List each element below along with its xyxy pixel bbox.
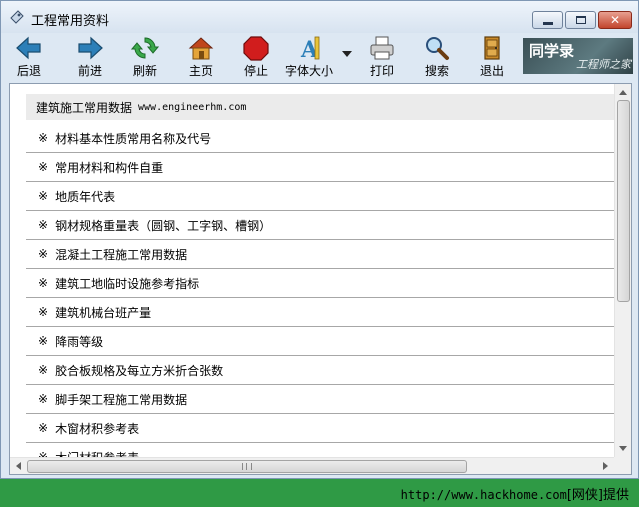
window-title: 工程常用资料 xyxy=(31,14,110,29)
section-header: 建筑施工常用数据 www.engineerhm.com xyxy=(26,94,614,120)
list-item[interactable]: ※ 钢材规格重量表（圆钢、工字钢、槽钢） xyxy=(26,211,614,240)
list-item-link[interactable]: 脚手架工程施工常用数据 xyxy=(55,391,187,408)
scroll-grip-icon xyxy=(242,463,252,470)
scroll-down-icon[interactable] xyxy=(619,446,627,451)
bullet-mark: ※ xyxy=(38,392,49,406)
home-label: 主页 xyxy=(188,64,213,78)
minimize-button[interactable] xyxy=(532,11,563,29)
search-label: 搜索 xyxy=(424,64,449,78)
bullet-mark: ※ xyxy=(38,305,49,319)
font-size-dropdown-icon[interactable] xyxy=(342,51,352,57)
list-item-link[interactable]: 建筑工地临时设施参考指标 xyxy=(55,275,199,292)
list-item[interactable]: ※ 建筑机械台班产量 xyxy=(26,298,614,327)
footer-url[interactable]: http://www.hackhome.com xyxy=(401,488,567,502)
title-bar[interactable]: 工程常用资料 ✕ xyxy=(1,1,638,33)
list-item-link[interactable]: 材料基本性质常用名称及代号 xyxy=(55,130,211,147)
list-item[interactable]: ※ 降雨等级 xyxy=(26,327,614,356)
list-item-link[interactable]: 钢材规格重量表（圆钢、工字钢、槽钢） xyxy=(55,217,271,234)
section-url[interactable]: www.engineerhm.com xyxy=(138,102,246,113)
list-item-link[interactable]: 地质年代表 xyxy=(55,188,115,205)
bullet-mark: ※ xyxy=(38,450,49,457)
stop-button[interactable]: 停止 xyxy=(242,35,270,79)
list-item-link[interactable]: 混凝土工程施工常用数据 xyxy=(55,246,187,263)
minimize-icon xyxy=(533,12,562,28)
footer-bar: http://www.hackhome.com[网侠]提供 xyxy=(0,479,639,507)
font-size-icon: A xyxy=(300,36,320,61)
content-panel: 建筑施工常用数据 www.engineerhm.com ※ 材料基本性质常用名称及… xyxy=(9,83,632,475)
bullet-mark: ※ xyxy=(38,421,49,435)
search-icon xyxy=(426,37,449,60)
footer-suffix: [网侠]提供 xyxy=(566,488,629,503)
list-item-link[interactable]: 常用材料和构件自重 xyxy=(55,159,163,176)
brand-main-text: 同学录 xyxy=(529,42,575,60)
bullet-mark: ※ xyxy=(38,218,49,232)
close-icon: ✕ xyxy=(609,13,621,27)
forward-button[interactable]: 前进 xyxy=(76,35,104,79)
brand-logo[interactable]: 同学录 工程师之家 xyxy=(523,38,633,74)
brand-sub-text: 工程师之家 xyxy=(576,58,631,71)
search-button[interactable]: 搜索 xyxy=(423,35,451,79)
section-title: 建筑施工常用数据 xyxy=(36,100,133,115)
bullet-mark: ※ xyxy=(38,160,49,174)
horizontal-scroll-thumb[interactable] xyxy=(27,460,467,473)
refresh-icon xyxy=(131,37,159,59)
back-button[interactable]: 后退 xyxy=(15,35,43,79)
print-button[interactable]: 打印 xyxy=(368,35,396,79)
exit-door-icon xyxy=(484,36,500,60)
window-controls: ✕ xyxy=(532,11,632,29)
document-area: 建筑施工常用数据 www.engineerhm.com ※ 材料基本性质常用名称及… xyxy=(10,84,614,457)
list-item-link[interactable]: 木窗材积参考表 xyxy=(55,420,139,437)
list-item-link[interactable]: 胶合板规格及每立方米折合张数 xyxy=(55,362,223,379)
maximize-button[interactable] xyxy=(565,11,596,29)
forward-label: 前进 xyxy=(77,64,102,78)
footer-credit: http://www.hackhome.com[网侠]提供 xyxy=(401,484,629,503)
scroll-right-icon[interactable] xyxy=(603,462,608,470)
exit-button[interactable]: 退出 xyxy=(478,35,506,79)
bullet-mark: ※ xyxy=(38,363,49,377)
list-item[interactable]: ※ 材料基本性质常用名称及代号 xyxy=(26,124,614,153)
forward-arrow-icon xyxy=(78,36,103,60)
maximize-icon xyxy=(566,12,595,28)
list-item[interactable]: ※ 木门材积参考表 xyxy=(26,443,614,457)
list-item[interactable]: ※ 地质年代表 xyxy=(26,182,614,211)
app-icon xyxy=(10,10,24,24)
list-item[interactable]: ※ 混凝土工程施工常用数据 xyxy=(26,240,614,269)
list-item[interactable]: ※ 建筑工地临时设施参考指标 xyxy=(26,269,614,298)
exit-label: 退出 xyxy=(479,64,504,78)
list-item-link[interactable]: 木门材积参考表 xyxy=(55,449,139,458)
list-item[interactable]: ※ 木窗材积参考表 xyxy=(26,414,614,443)
scroll-up-icon[interactable] xyxy=(619,90,627,95)
refresh-label: 刷新 xyxy=(132,64,157,78)
list-item-link[interactable]: 降雨等级 xyxy=(55,333,103,350)
vertical-scroll-thumb[interactable] xyxy=(617,100,630,302)
font-size-button[interactable]: A 字体大小 xyxy=(285,35,333,79)
scrollbar-corner xyxy=(614,457,631,474)
bullet-mark: ※ xyxy=(38,334,49,348)
printer-icon xyxy=(370,36,394,60)
list-item[interactable]: ※ 常用材料和构件自重 xyxy=(26,153,614,182)
stop-label: 停止 xyxy=(243,64,268,78)
vertical-scrollbar[interactable] xyxy=(614,84,631,457)
home-icon xyxy=(188,37,214,60)
back-label: 后退 xyxy=(16,64,41,78)
horizontal-scrollbar[interactable] xyxy=(10,457,614,474)
bullet-mark: ※ xyxy=(38,276,49,290)
home-button[interactable]: 主页 xyxy=(187,35,215,79)
close-button[interactable]: ✕ xyxy=(598,11,632,29)
bullet-mark: ※ xyxy=(38,131,49,145)
scroll-left-icon[interactable] xyxy=(16,462,21,470)
print-label: 打印 xyxy=(369,64,394,78)
item-list: ※ 材料基本性质常用名称及代号 ※ 常用材料和构件自重 ※ 地质年代表 ※ 钢材规格重量表（圆… xyxy=(26,124,614,457)
app-window: 工程常用资料 ✕ 后退 前进 刷新 主页 停止 A 字体大小 打印 搜索 退出 … xyxy=(0,0,639,479)
bullet-mark: ※ xyxy=(38,247,49,261)
back-arrow-icon xyxy=(16,36,41,60)
bullet-mark: ※ xyxy=(38,189,49,203)
stop-icon xyxy=(243,36,269,61)
list-item-link[interactable]: 建筑机械台班产量 xyxy=(55,304,151,321)
list-item[interactable]: ※ 胶合板规格及每立方米折合张数 xyxy=(26,356,614,385)
refresh-button[interactable]: 刷新 xyxy=(131,35,159,79)
font-size-label: 字体大小 xyxy=(285,64,334,78)
list-item[interactable]: ※ 脚手架工程施工常用数据 xyxy=(26,385,614,414)
